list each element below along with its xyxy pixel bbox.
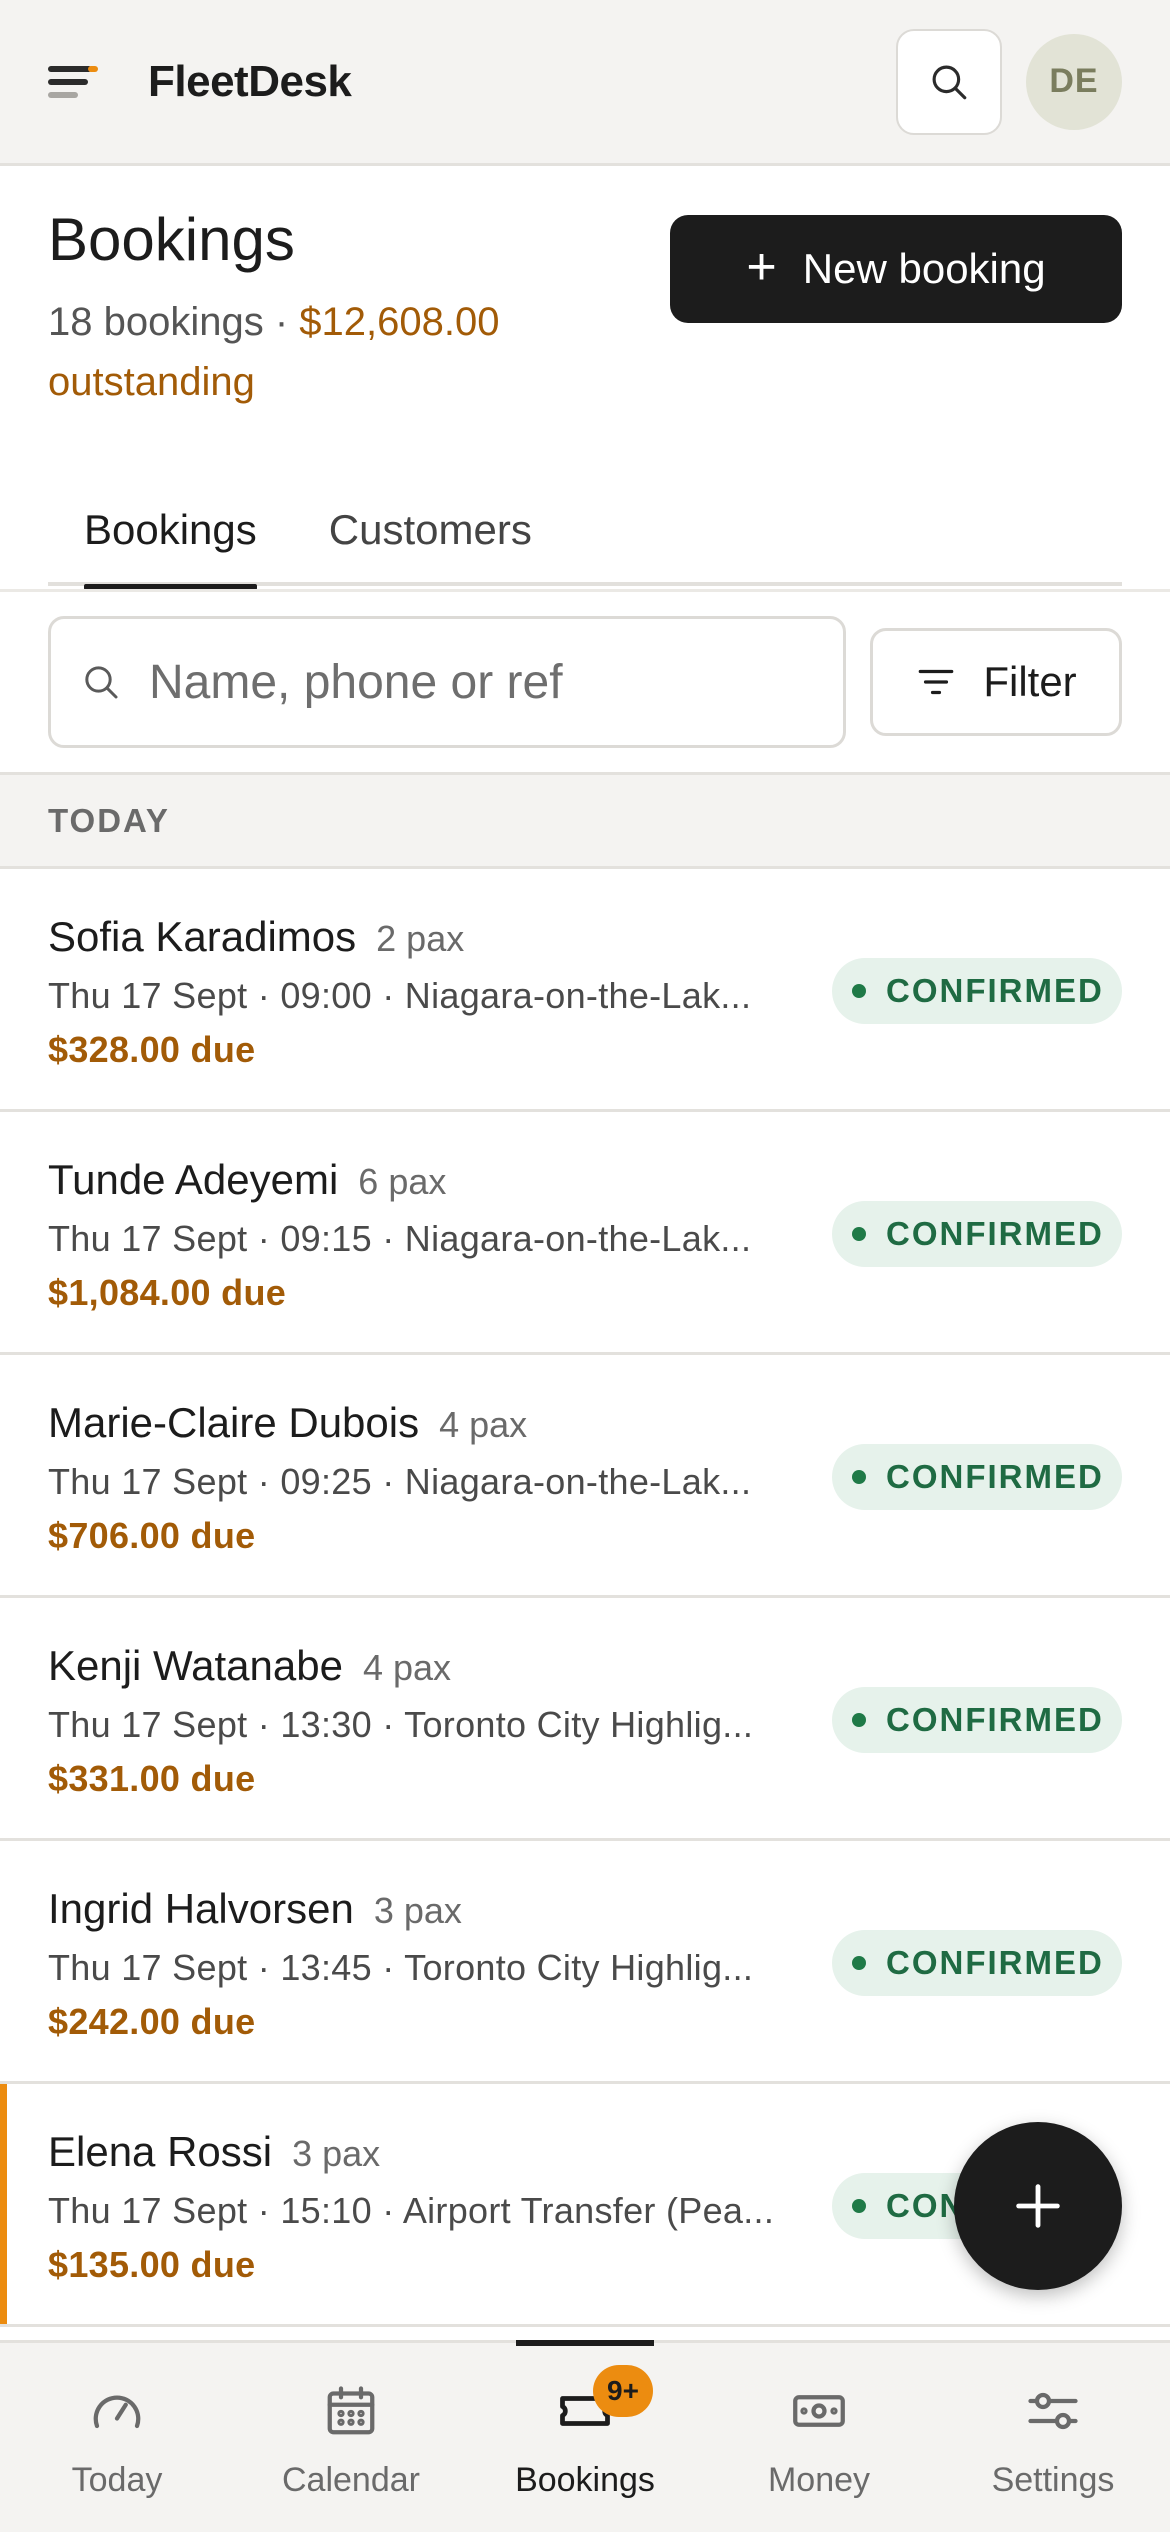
amount-due: $331.00 due (48, 1758, 256, 1799)
status-badge: CONFIRMED (832, 1930, 1122, 1996)
nav-label: Bookings (515, 2461, 655, 2499)
search-button[interactable] (896, 28, 1002, 135)
status-label: CONFIRMED (886, 1944, 1104, 1981)
bottom-nav: Today Calendar 9+ Bookings Money Setting… (0, 2340, 1170, 2532)
gauge-icon (85, 2379, 149, 2443)
nav-settings[interactable]: Settings (936, 2343, 1170, 2532)
pax-count: 2 pax (376, 918, 465, 959)
section-header-today: TODAY (0, 772, 1170, 869)
tabs: Bookings Customers (48, 490, 1122, 590)
booking-details: Thu 17 Sept · 09:25 · Niagara-on-the-Lak… (48, 1461, 752, 1502)
booking-details: Thu 17 Sept · 13:45 · Toronto City Highl… (48, 1947, 754, 1988)
new-booking-button[interactable]: + New booking (670, 215, 1122, 323)
status-dot (852, 984, 866, 998)
status-label: CONFIRMED (886, 1701, 1104, 1738)
tab-bookings[interactable]: Bookings (48, 490, 293, 590)
status-badge: CONFIRMED (832, 1201, 1122, 1267)
pax-count: 3 pax (292, 2133, 381, 2174)
app-brand: FleetDesk (148, 56, 352, 106)
status-badge: CONFIRMED (832, 1444, 1122, 1510)
banknote-icon (787, 2379, 851, 2443)
booking-row[interactable]: Marie-Claire Dubois 4 pax Thu 17 Sept · 0… (0, 1355, 1170, 1598)
status-dot (852, 1713, 866, 1727)
customer-name: Sofia Karadimos (48, 913, 357, 960)
nav-today[interactable]: Today (0, 2343, 234, 2532)
booking-row[interactable]: Ingrid Halvorsen 3 pax Thu 17 Sept · 13:4… (0, 1841, 1170, 2084)
nav-bookings[interactable]: 9+ Bookings (468, 2343, 702, 2532)
search-input[interactable] (149, 654, 789, 710)
status-label: CONFIRMED (886, 1215, 1104, 1252)
pax-count: 6 pax (358, 1161, 447, 1202)
booking-details: Thu 17 Sept · 15:10 · Airport Transfer (… (48, 2190, 775, 2231)
status-dot (852, 2199, 866, 2213)
nav-label: Today (71, 2461, 163, 2499)
calendar-icon (319, 2379, 383, 2443)
bookings-list: Sofia Karadimos 2 pax Thu 17 Sept · 09:00… (0, 869, 1170, 2327)
pax-count: 4 pax (362, 1647, 452, 1688)
pax-count: 3 pax (373, 1890, 462, 1931)
amount-due: $1,084.00 due (48, 1272, 287, 1313)
nav-label: Money (767, 2461, 871, 2499)
status-badge: CONFIRMED (832, 1687, 1122, 1753)
customer-name: Kenji Watanabe (48, 1642, 343, 1689)
filter-button[interactable]: Filter (870, 628, 1122, 736)
nav-label: Settings (991, 2461, 1115, 2499)
customer-name: Tunde Adeyemi (48, 1156, 339, 1203)
status-label: CONFIRMED (886, 972, 1104, 1009)
plus-icon: + (746, 238, 777, 296)
page-heading: Bookings 18 bookings · $12,608.00 outsta… (48, 210, 1122, 412)
customer-name: Ingrid Halvorsen (48, 1885, 354, 1932)
amount-due: $135.00 due (48, 2244, 256, 2285)
nav-money[interactable]: Money (702, 2343, 936, 2532)
pax-count: 4 pax (439, 1404, 528, 1445)
search-icon (932, 65, 967, 99)
status-dot (852, 1227, 866, 1241)
booking-row[interactable]: Tunde Adeyemi 6 pax Thu 17 Sept · 09:15 ·… (0, 1112, 1170, 1355)
bookings-count: 18 bookings · (48, 300, 300, 344)
amount-due: $328.00 due (48, 1029, 256, 1070)
nav-calendar[interactable]: Calendar (234, 2343, 468, 2532)
status-label: CONFIRMED (886, 1458, 1104, 1495)
filter-icon (919, 669, 954, 695)
status-dot (852, 1956, 866, 1970)
search-field[interactable] (48, 616, 846, 748)
avatar[interactable]: DE (1026, 33, 1122, 130)
booking-row[interactable]: Sofia Karadimos 2 pax Thu 17 Sept · 09:00… (0, 869, 1170, 1112)
booking-row[interactable]: Kenji Watanabe 4 pax Thu 17 Sept · 13:30 … (0, 1598, 1170, 1841)
amount-due: $706.00 due (48, 1515, 256, 1556)
status-dot (852, 1470, 866, 1484)
search-row: Filter (0, 589, 1170, 772)
sliders-icon (1021, 2379, 1085, 2443)
customer-name: Marie-Claire Dubois (48, 1399, 420, 1446)
menu-icon[interactable] (48, 54, 104, 110)
nav-label: Calendar (282, 2461, 420, 2499)
app-header: FleetDesk DE (0, 0, 1170, 166)
notification-badge: 9+ (593, 2365, 653, 2417)
tab-customers[interactable]: Customers (293, 490, 568, 586)
booking-details: Thu 17 Sept · 09:15 · Niagara-on-the-Lak… (48, 1218, 752, 1259)
filter-label: Filter (983, 658, 1077, 705)
amount-due: $242.00 due (48, 2001, 256, 2042)
add-booking-fab[interactable] (954, 2122, 1122, 2290)
bookings-summary: 18 bookings · $12,608.00 outstanding (48, 292, 628, 412)
booking-details: Thu 17 Sept · 13:30 · Toronto City Highl… (48, 1704, 754, 1745)
booking-details: Thu 17 Sept · 09:00 · Niagara-on-the-Lak… (48, 975, 752, 1016)
plus-icon (1016, 2184, 1060, 2228)
search-icon (85, 666, 118, 699)
customer-name: Elena Rossi (48, 2128, 273, 2175)
ticket-icon: 9+ (553, 2365, 653, 2443)
status-badge: CONFIRMED (832, 958, 1122, 1024)
new-booking-label: New booking (802, 245, 1046, 292)
